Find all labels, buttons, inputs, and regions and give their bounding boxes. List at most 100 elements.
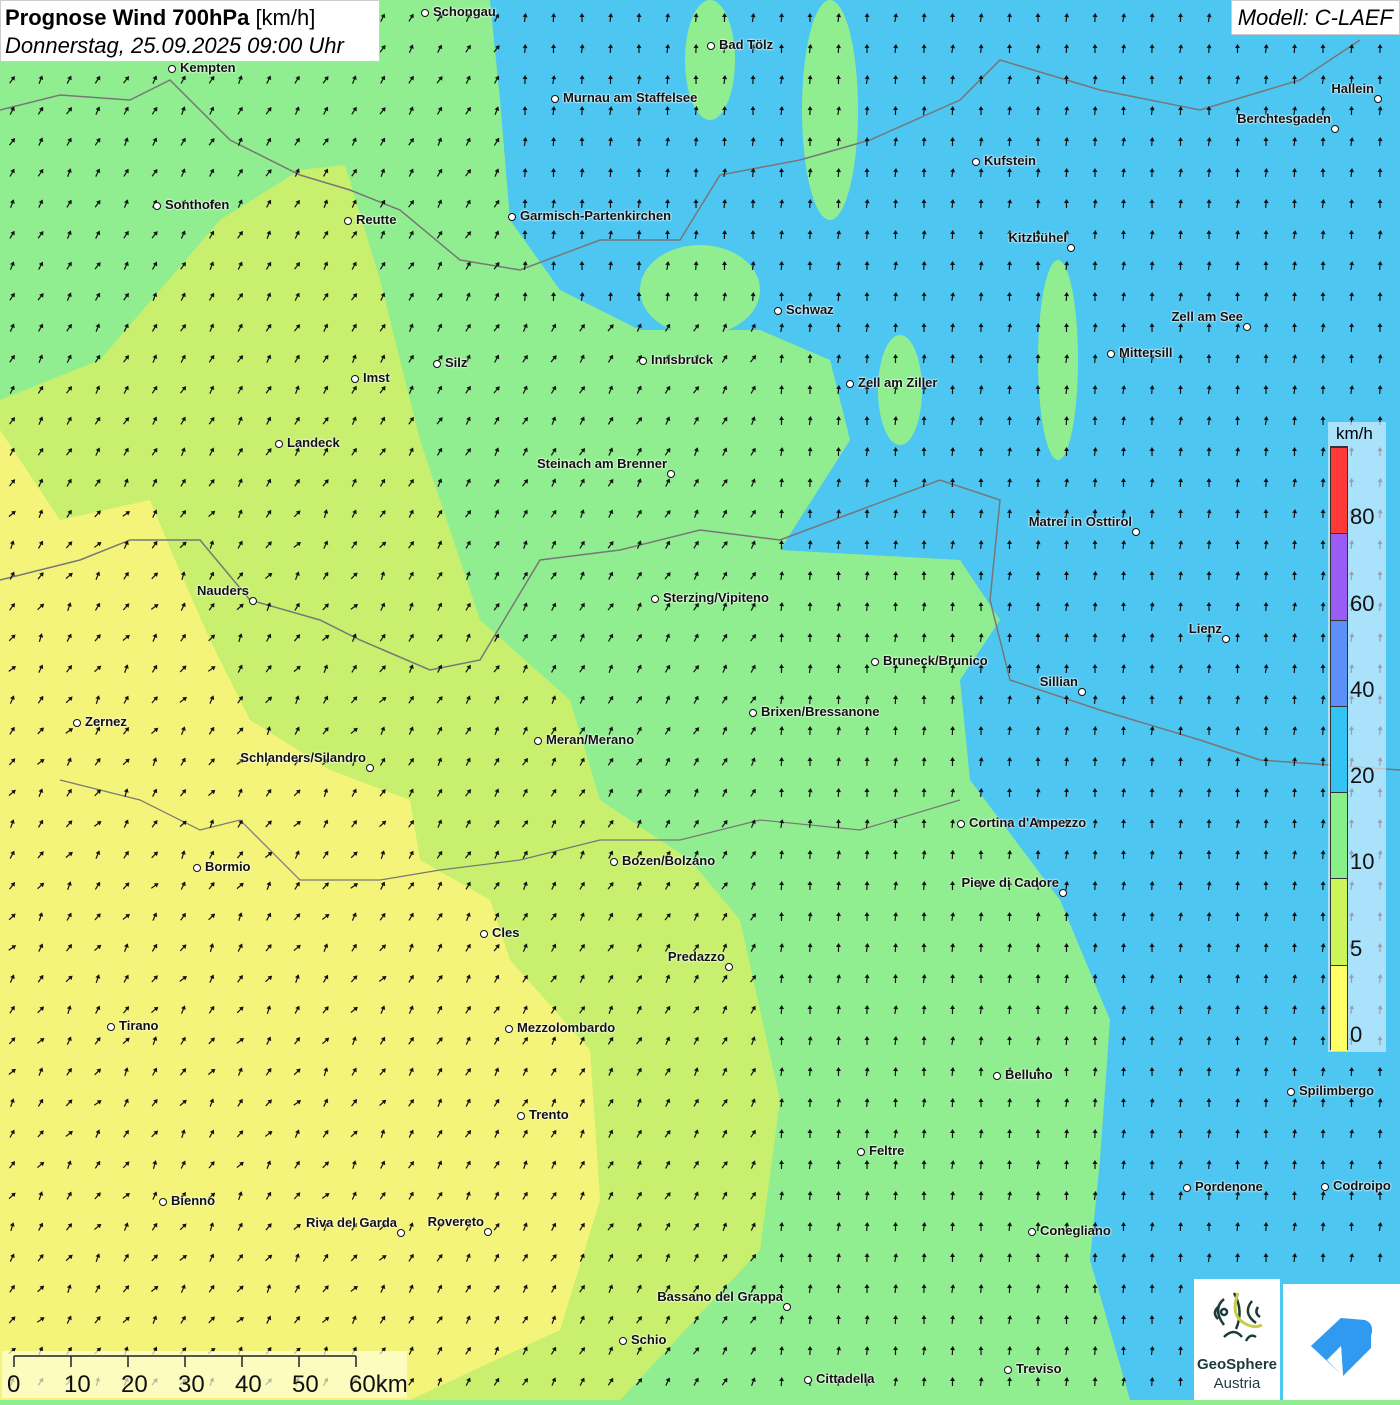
- city-marker-icon: [433, 360, 441, 368]
- city-label: Lienz: [1189, 621, 1222, 636]
- city-label: Riva del Garda: [306, 1215, 397, 1230]
- scale-label: 20: [121, 1371, 148, 1399]
- city-label: Mittersill: [1119, 345, 1172, 360]
- city-marker-icon: [774, 307, 782, 315]
- legend-swatch: [1331, 620, 1347, 706]
- scale-label: 0: [7, 1371, 20, 1399]
- city-marker-icon: [993, 1072, 1001, 1080]
- city-label: Bad Tölz: [719, 37, 773, 52]
- city-marker-icon: [1067, 244, 1075, 252]
- city-label: Predazzo: [668, 949, 725, 964]
- city-label: Spilimbergo: [1299, 1083, 1374, 1098]
- city-marker-icon: [1331, 125, 1339, 133]
- mountain-cloud-logo-icon: [1283, 1284, 1400, 1400]
- region-green-lobe: [1038, 260, 1078, 460]
- city-marker-icon: [366, 764, 374, 772]
- city-marker-icon: [857, 1148, 865, 1156]
- city-marker-icon: [871, 658, 879, 666]
- legend-swatch: [1331, 792, 1347, 878]
- city-label: Silz: [445, 355, 467, 370]
- city-marker-icon: [193, 864, 201, 872]
- city-label: Reutte: [356, 212, 396, 227]
- city-label: Kufstein: [984, 153, 1036, 168]
- city-label: Zernez: [85, 714, 127, 729]
- city-marker-icon: [1107, 350, 1115, 358]
- city-label: Cles: [492, 925, 519, 940]
- scale-bar: 0102030405060km: [2, 1351, 407, 1398]
- city-marker-icon: [972, 158, 980, 166]
- title-box: Prognose Wind 700hPa [km/h] Donnerstag, …: [0, 0, 380, 62]
- city-label: Mezzolombardo: [517, 1020, 615, 1035]
- city-label: Sterzing/Vipiteno: [663, 590, 769, 605]
- city-marker-icon: [505, 1025, 513, 1033]
- city-marker-icon: [551, 95, 559, 103]
- city-marker-icon: [783, 1303, 791, 1311]
- city-marker-icon: [249, 597, 257, 605]
- city-marker-icon: [1078, 688, 1086, 696]
- city-marker-icon: [73, 719, 81, 727]
- city-label: Meran/Merano: [546, 732, 634, 747]
- city-label: Landeck: [287, 435, 340, 450]
- model-label: Modell: C-LAEF: [1231, 0, 1400, 35]
- city-marker-icon: [480, 930, 488, 938]
- city-marker-icon: [484, 1228, 492, 1236]
- city-label: Bormio: [205, 859, 251, 874]
- city-label: Conegliano: [1040, 1223, 1111, 1238]
- app-logo[interactable]: [1283, 1284, 1400, 1400]
- city-label: Hallein: [1331, 81, 1374, 96]
- city-marker-icon: [1321, 1183, 1329, 1191]
- legend-label: 60: [1350, 591, 1374, 617]
- city-marker-icon: [534, 737, 542, 745]
- city-marker-icon: [421, 9, 429, 17]
- city-label: Bienno: [171, 1193, 215, 1208]
- city-marker-icon: [707, 42, 715, 50]
- city-marker-icon: [1004, 1366, 1012, 1374]
- city-marker-icon: [344, 217, 352, 225]
- map-title: Prognose Wind 700hPa [km/h]: [5, 4, 375, 32]
- city-label: Imst: [363, 370, 390, 385]
- city-label: Trento: [529, 1107, 569, 1122]
- city-marker-icon: [610, 858, 618, 866]
- city-marker-icon: [159, 1198, 167, 1206]
- legend-label: 10: [1350, 849, 1374, 875]
- city-label: Bozen/Bolzano: [622, 853, 715, 868]
- city-marker-icon: [275, 440, 283, 448]
- city-marker-icon: [1222, 635, 1230, 643]
- city-marker-icon: [397, 1229, 405, 1237]
- city-label: Tirano: [119, 1018, 159, 1033]
- city-label: Cortina d'Ampezzo: [969, 815, 1086, 830]
- forecast-datetime: Donnerstag, 25.09.2025 09:00 Uhr: [5, 32, 375, 60]
- city-marker-icon: [107, 1023, 115, 1031]
- legend-label: 20: [1350, 763, 1374, 789]
- city-label: Feltre: [869, 1143, 904, 1158]
- city-label: Schio: [631, 1332, 666, 1347]
- city-marker-icon: [804, 1376, 812, 1384]
- legend-unit: km/h: [1336, 424, 1373, 444]
- scale-label: 10: [64, 1371, 91, 1399]
- geosphere-logo[interactable]: GeoSphere Austria: [1194, 1279, 1280, 1400]
- scale-label: 50: [292, 1371, 319, 1399]
- region-green-lobe: [878, 335, 922, 445]
- color-legend: km/h 051020406080: [1328, 422, 1386, 1052]
- city-marker-icon: [725, 963, 733, 971]
- city-label: Sillian: [1040, 674, 1078, 689]
- city-marker-icon: [1183, 1184, 1191, 1192]
- city-label: Bassano del Grappa: [657, 1289, 783, 1304]
- city-label: Brixen/Bressanone: [761, 704, 880, 719]
- title-text: Prognose Wind 700hPa: [5, 5, 249, 30]
- city-label: Innsbruck: [651, 352, 713, 367]
- city-label: Nauders: [197, 583, 249, 598]
- city-label: Kitzbühel: [1009, 230, 1068, 245]
- city-marker-icon: [1287, 1088, 1295, 1096]
- city-label: Schlanders/Silandro: [240, 750, 366, 765]
- city-label: Rovereto: [428, 1214, 484, 1229]
- city-label: Garmisch-Partenkirchen: [520, 208, 671, 223]
- legend-bar: [1330, 446, 1348, 1050]
- scale-label: 40: [235, 1371, 262, 1399]
- legend-label: 40: [1350, 677, 1374, 703]
- city-marker-icon: [667, 470, 675, 478]
- city-label: Codroipo: [1333, 1178, 1391, 1193]
- city-label: Steinach am Brenner: [537, 456, 667, 471]
- city-marker-icon: [846, 380, 854, 388]
- legend-label: 80: [1350, 504, 1374, 530]
